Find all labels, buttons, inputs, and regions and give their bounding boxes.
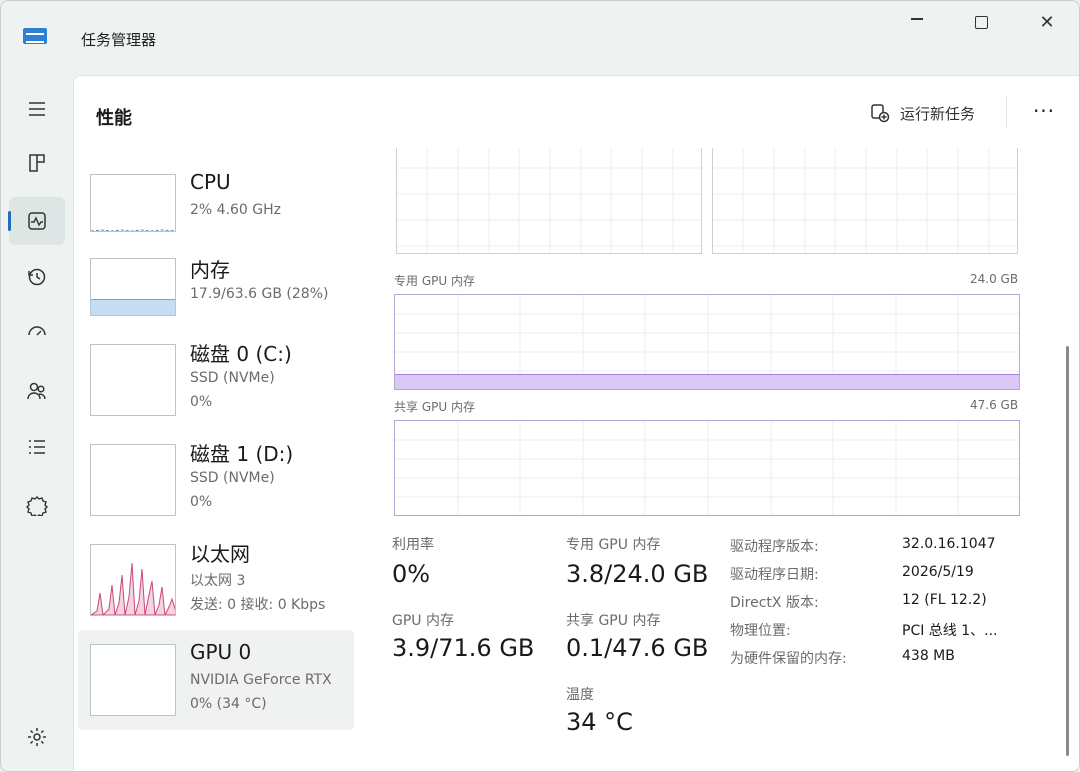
window-title: 任务管理器	[81, 31, 157, 49]
nav-app-history[interactable]	[9, 253, 65, 301]
directx-version-value: 12 (FL 12.2)	[902, 592, 987, 608]
device-throughput: 发送: 0 接收: 0 Kbps	[190, 597, 326, 613]
device-detail: 17.9/63.6 GB (28%)	[190, 286, 329, 302]
driver-version-key: 驱动程序版本:	[730, 539, 819, 555]
minimize-icon	[911, 18, 923, 20]
dedicated-gpu-memory-max: 24.0 GB	[970, 272, 1019, 286]
physical-location-value: PCI 总线 1、...	[902, 623, 998, 639]
app-history-icon	[28, 268, 46, 286]
panel-header: 性能 运行新任务 ···	[74, 76, 1079, 148]
dedicated-gpu-memory-fill	[395, 373, 1019, 389]
device-cpu[interactable]: CPU 2% 4.60 GHz	[78, 164, 354, 260]
users-icon	[27, 382, 46, 400]
device-detail: 2% 4.60 GHz	[190, 202, 282, 218]
hardware-reserved-memory-key: 为硬件保留的内存:	[730, 651, 847, 667]
device-usage: 0%	[190, 394, 213, 410]
device-name: 磁盘 0 (C:)	[190, 342, 292, 366]
nav-users[interactable]	[9, 367, 65, 415]
maximize-icon	[974, 15, 988, 29]
device-memory[interactable]: 内存 17.9/63.6 GB (28%)	[78, 248, 354, 344]
device-name: 磁盘 1 (D:)	[190, 442, 294, 466]
settings-icon	[28, 728, 46, 746]
device-list: CPU 2% 4.60 GHz 内存 17.9/63.6 GB (28%) 磁盘…	[74, 156, 358, 771]
disk0-thumbnail-graph	[90, 344, 176, 416]
run-task-icon	[871, 104, 890, 123]
temperature-label: 温度	[566, 687, 594, 703]
vertical-scrollbar[interactable]	[1066, 346, 1069, 756]
performance-panel: 性能 运行新任务 ··· CPU 2% 4.60 GHz 内存 17.9/63.…	[73, 75, 1079, 771]
device-disk-0[interactable]: 磁盘 0 (C:) SSD (NVMe) 0%	[78, 332, 354, 428]
utilization-value: 0%	[392, 560, 431, 588]
task-manager-app-icon	[23, 28, 47, 44]
gpu-engine-graph-left	[396, 148, 702, 254]
device-name: 以太网	[190, 542, 250, 566]
device-name: CPU	[190, 170, 231, 194]
gpu-memory-label: GPU 内存	[392, 613, 454, 629]
dedicated-gpu-memory-label: 专用 GPU 内存	[566, 537, 661, 553]
device-name: GPU 0	[190, 640, 252, 664]
device-usage: 0%	[190, 494, 213, 510]
device-detail: SSD (NVMe)	[190, 370, 275, 386]
device-detail: NVIDIA GeForce RTX	[190, 672, 332, 688]
driver-date-value: 2026/5/19	[902, 564, 974, 580]
nav-services[interactable]	[9, 481, 65, 529]
dedicated-gpu-memory-graph	[394, 294, 1020, 390]
close-icon: ✕	[1039, 11, 1055, 33]
device-ethernet[interactable]: 以太网 以太网 3 发送: 0 接收: 0 Kbps	[78, 532, 354, 628]
disk1-thumbnail-graph	[90, 444, 176, 516]
task-manager-window: 任务管理器 ✕ 性能 运行新任务 ··· CPU 2% 4.60 GHz 内存 …	[0, 0, 1080, 772]
close-button[interactable]: ✕	[1025, 7, 1069, 37]
processes-icon	[29, 154, 45, 172]
shared-gpu-memory-label: 共享 GPU 内存	[566, 613, 661, 629]
device-gpu-0[interactable]: GPU 0 NVIDIA GeForce RTX 0% (34 °C)	[78, 630, 354, 730]
shared-gpu-memory-value: 0.1/47.6 GB	[566, 634, 709, 662]
nav-settings[interactable]	[9, 713, 65, 761]
device-usage: 0% (34 °C)	[190, 696, 267, 712]
driver-date-key: 驱动程序日期:	[730, 567, 819, 583]
nav-processes[interactable]	[9, 139, 65, 187]
directx-version-key: DirectX 版本:	[730, 595, 819, 611]
nav-rail	[1, 75, 73, 771]
run-new-task-label: 运行新任务	[900, 104, 976, 123]
ethernet-thumbnail-graph	[90, 544, 176, 616]
nav-details[interactable]	[9, 423, 65, 471]
gpu-thumbnail-graph	[90, 644, 176, 716]
dedicated-gpu-memory-value: 3.8/24.0 GB	[566, 560, 709, 588]
hamburger-menu-button[interactable]	[9, 85, 65, 133]
performance-icon	[28, 212, 46, 230]
utilization-label: 利用率	[392, 537, 434, 553]
device-name: 内存	[190, 258, 230, 282]
cpu-thumbnail-graph	[90, 174, 176, 232]
physical-location-key: 物理位置:	[730, 623, 791, 639]
details-icon	[29, 440, 45, 454]
hardware-reserved-memory-value: 438 MB	[902, 648, 955, 664]
shared-gpu-memory-max: 47.6 GB	[970, 398, 1019, 412]
maximize-button[interactable]	[959, 7, 1003, 37]
driver-version-value: 32.0.16.1047	[902, 536, 996, 552]
nav-startup-apps[interactable]	[9, 309, 65, 357]
startup-apps-icon	[28, 326, 46, 336]
device-disk-1[interactable]: 磁盘 1 (D:) SSD (NVMe) 0%	[78, 432, 354, 528]
header-divider	[1006, 96, 1007, 128]
dedicated-gpu-memory-graph-label: 专用 GPU 内存	[394, 274, 475, 288]
services-icon	[26, 496, 48, 516]
shared-gpu-memory-graph-label: 共享 GPU 内存	[394, 400, 475, 414]
memory-thumbnail-graph	[90, 258, 176, 316]
shared-gpu-memory-graph	[394, 420, 1020, 516]
device-detail: SSD (NVMe)	[190, 470, 275, 486]
more-options-button[interactable]: ···	[1026, 94, 1062, 128]
nav-performance[interactable]	[8, 197, 65, 245]
temperature-value: 34 °C	[566, 708, 633, 736]
run-new-task-button[interactable]: 运行新任务	[870, 100, 975, 126]
device-detail: 以太网 3	[190, 573, 246, 589]
memory-usage-fill	[91, 299, 175, 315]
title-bar: 任务管理器 ✕	[1, 1, 1079, 75]
minimize-button[interactable]	[895, 7, 939, 37]
more-icon: ···	[1032, 99, 1056, 123]
hamburger-menu-icon	[29, 102, 45, 116]
page-title: 性能	[96, 108, 132, 129]
gpu-memory-value: 3.9/71.6 GB	[392, 634, 535, 662]
gpu-engine-graph-right	[712, 148, 1018, 254]
